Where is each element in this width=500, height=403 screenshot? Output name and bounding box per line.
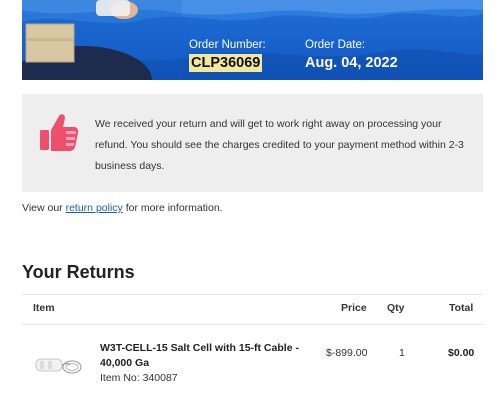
policy-line: View our return policy for more informat… <box>22 202 223 214</box>
column-header-item: Item <box>33 302 55 314</box>
thumbs-up-icon <box>40 114 79 151</box>
item-qty: 1 <box>399 347 405 359</box>
order-number-value: CLP36069 <box>189 54 263 72</box>
policy-suffix: for more information. <box>122 202 223 214</box>
header-divider-top <box>22 294 483 295</box>
column-header-total: Total <box>449 302 474 314</box>
order-date-value: Aug. 04, 2022 <box>305 55 398 71</box>
return-message-text: We received your return and will get to … <box>95 118 464 172</box>
return-policy-link[interactable]: return policy <box>66 202 123 214</box>
order-date-block: Order Date: Aug. 04, 2022 <box>305 38 398 72</box>
delivery-person-photo <box>22 0 182 80</box>
item-total: $0.00 <box>448 347 475 359</box>
return-confirmation-box: We received your return and will get to … <box>22 94 483 192</box>
item-number: Item No: 340087 <box>100 372 178 384</box>
order-number-label: Order Number: <box>189 39 266 51</box>
column-header-qty: Qty <box>387 302 405 314</box>
header-divider-bottom <box>22 324 483 325</box>
salt-cell-product-image <box>35 358 82 374</box>
column-header-price: Price <box>341 302 367 314</box>
order-number-block: Order Number: CLP36069 <box>189 38 266 72</box>
item-name: W3T-CELL-15 Salt Cell with 15-ft Cable -… <box>100 342 299 369</box>
order-date-label: Order Date: <box>305 39 366 51</box>
order-banner: Order Number: CLP36069 Order Date: Aug. … <box>22 0 483 80</box>
policy-prefix: View our <box>22 202 66 214</box>
item-price: $-899.00 <box>326 347 368 359</box>
your-returns-heading: Your Returns <box>22 262 135 282</box>
